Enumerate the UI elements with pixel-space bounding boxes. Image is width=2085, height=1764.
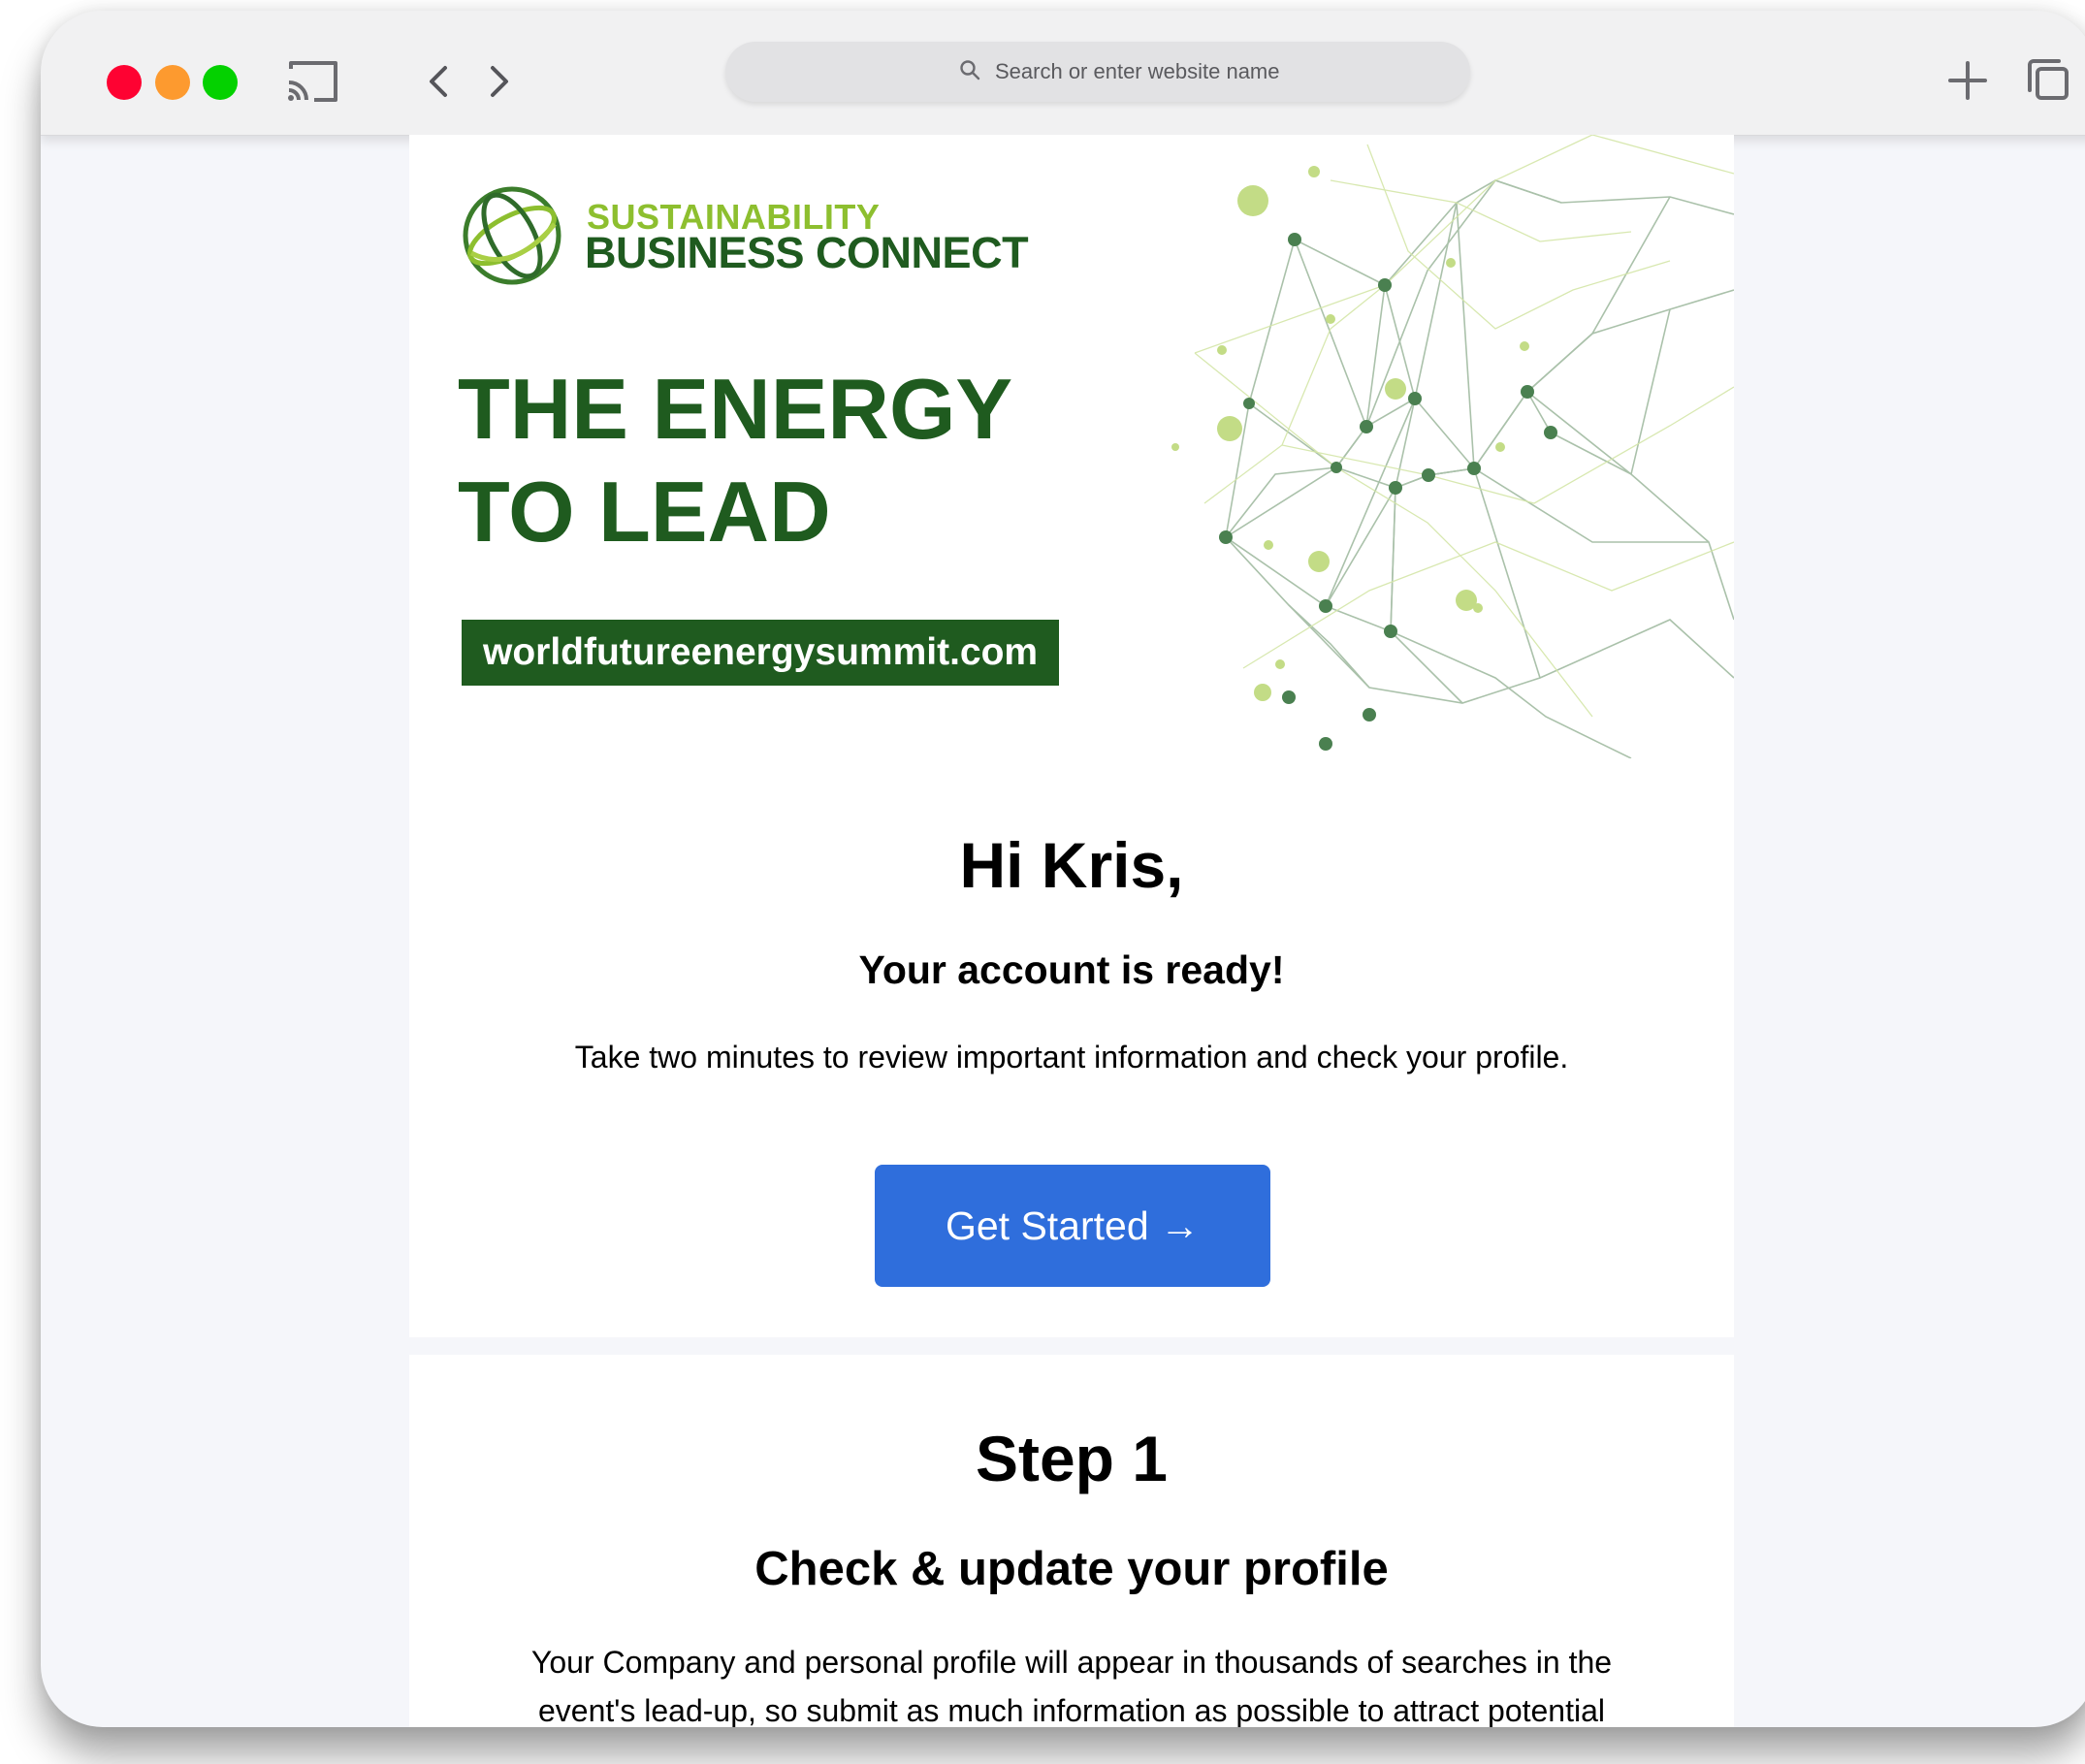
close-window-button[interactable] <box>107 65 142 100</box>
step-1-subtitle: Check & update your profile <box>754 1543 1389 1595</box>
browser-toolbar: Search or enter website name <box>41 11 2085 136</box>
step-1-title: Step 1 <box>975 1423 1169 1494</box>
plus-icon[interactable] <box>1946 59 1989 102</box>
logo-text-business-connect: BUSINESS CONNECT <box>585 228 1029 277</box>
welcome-card: SUSTAINABILITY BUSINESS CONNECT THE ENER… <box>409 135 1734 1337</box>
get-started-button[interactable]: Get Started → <box>875 1165 1270 1287</box>
step-1-body-line-2: event's lead-up, so submit as much infor… <box>537 1693 1605 1727</box>
step-1-body-line-1: Your Company and personal profile will a… <box>530 1645 1613 1680</box>
intro-text: Take two minutes to review important inf… <box>574 1040 1569 1074</box>
forward-icon[interactable] <box>485 62 514 101</box>
address-placeholder: Search or enter website name <box>995 59 1280 83</box>
headline-line-2: TO LEAD <box>458 464 831 560</box>
network-illustration <box>1171 135 1734 758</box>
search-icon <box>960 60 980 80</box>
browser-window: Search or enter website name SUSTAINABIL… <box>41 11 2085 1727</box>
event-banner: SUSTAINABILITY BUSINESS CONNECT THE ENER… <box>409 135 1734 758</box>
maximize-window-button[interactable] <box>203 65 238 100</box>
cast-icon[interactable] <box>285 57 341 106</box>
tabs-icon[interactable] <box>2024 55 2072 104</box>
email-content: SUSTAINABILITY BUSINESS CONNECT THE ENER… <box>409 135 1734 1727</box>
address-bar[interactable]: Search or enter website name <box>725 42 1470 102</box>
event-url-link[interactable]: worldfutureenergysummit.com <box>462 620 1060 686</box>
minimize-window-button[interactable] <box>155 65 190 100</box>
back-icon[interactable] <box>424 62 453 101</box>
greeting-heading: Hi Kris, <box>959 829 1184 901</box>
account-ready-subtitle: Your account is ready! <box>858 947 1285 992</box>
step-1-body: Your Company and personal profile will a… <box>409 1638 1734 1727</box>
globe-logo-icon <box>463 186 561 285</box>
headline-line-1: THE ENERGY <box>458 361 1013 457</box>
banner-headline: THE ENERGY TO LEAD <box>458 358 1012 563</box>
